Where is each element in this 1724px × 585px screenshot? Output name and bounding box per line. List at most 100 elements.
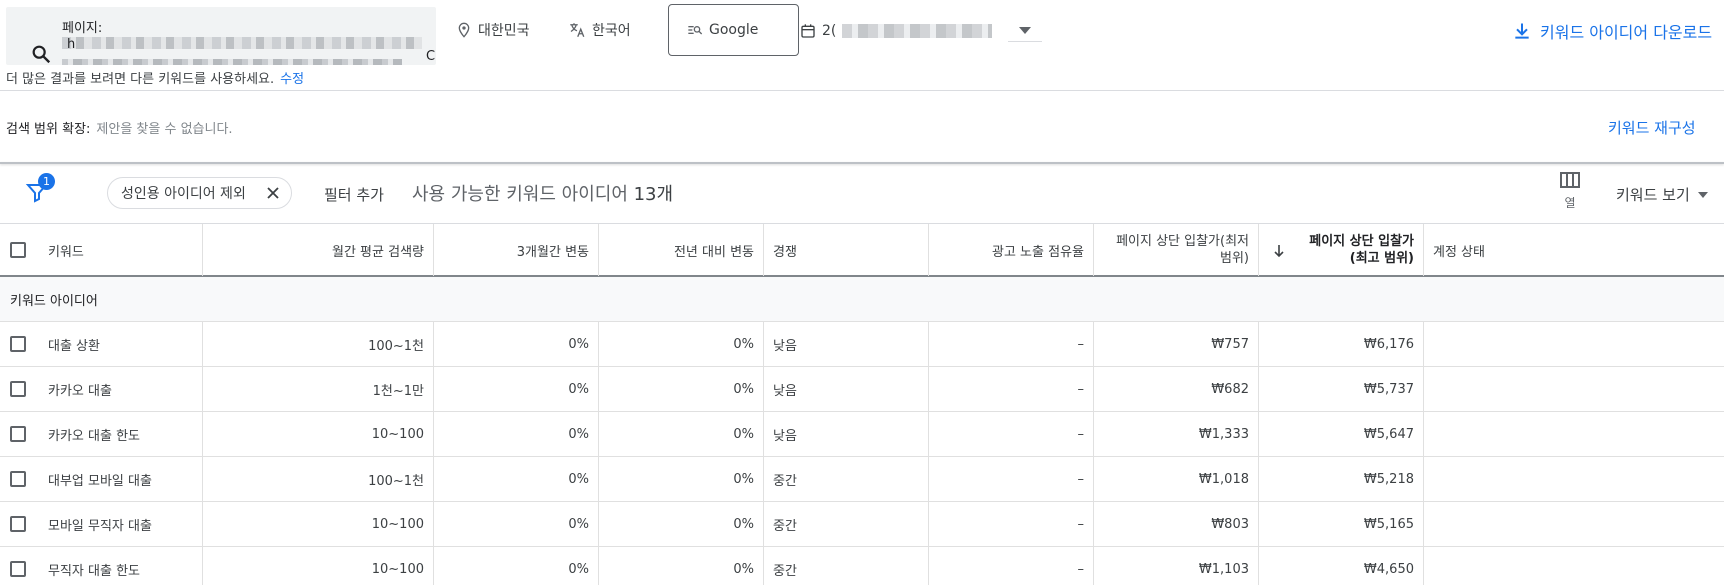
cell-bid-high: ₩6,176 bbox=[1259, 322, 1424, 366]
section-keyword-ideas: 키워드 아이디어 bbox=[0, 277, 1724, 322]
cell-impression-share: – bbox=[929, 412, 1094, 456]
cell-bid-low: ₩1,103 bbox=[1094, 547, 1259, 585]
cell-impression-share: – bbox=[929, 457, 1094, 501]
download-keyword-ideas-button[interactable]: 키워드 아이디어 다운로드 bbox=[1512, 19, 1712, 43]
divider bbox=[0, 162, 1724, 164]
broaden-label: 검색 범위 확장: bbox=[6, 122, 91, 137]
download-icon bbox=[1515, 23, 1529, 39]
cell-impression-share: – bbox=[929, 367, 1094, 411]
url-suffix: C bbox=[426, 49, 436, 64]
search-engine-selector[interactable]: Google bbox=[668, 4, 799, 56]
table-row[interactable]: 대부업 모바일 대출 100~1천 0% 0% 중간 – ₩1,018 ₩5,218 bbox=[0, 457, 1724, 502]
language-selector[interactable]: 한국어 bbox=[568, 20, 631, 40]
cell-bid-low: ₩682 bbox=[1094, 367, 1259, 411]
cell-monthly-volume: 10~100 bbox=[203, 547, 434, 585]
location-label: 대한민국 bbox=[478, 23, 530, 39]
header-3month-change[interactable]: 3개월간 변동 bbox=[434, 224, 599, 276]
cell-competition: 낮음 bbox=[764, 412, 929, 456]
translate-icon bbox=[570, 23, 585, 38]
cell-account-status bbox=[1424, 412, 1724, 456]
count-number: 13개 bbox=[633, 184, 674, 205]
cell-monthly-volume: 10~100 bbox=[203, 502, 434, 546]
header-keyword-label: 키워드 bbox=[48, 244, 84, 260]
table-row[interactable]: 카카오 대출 1천~1만 0% 0% 낮음 – ₩682 ₩5,737 bbox=[0, 367, 1724, 412]
header-yoy-change[interactable]: 전년 대비 변동 bbox=[599, 224, 764, 276]
cell-monthly-volume: 100~1천 bbox=[203, 322, 434, 366]
row-checkbox[interactable] bbox=[10, 516, 26, 532]
keyword-view-dropdown[interactable]: 키워드 보기 bbox=[1616, 184, 1708, 205]
date-prefix: 2( bbox=[822, 23, 837, 39]
cell-bid-high: ₩5,165 bbox=[1259, 502, 1424, 546]
header-bid-low[interactable]: 페이지 상단 입찰가(최저 범위) bbox=[1094, 224, 1259, 276]
cell-bid-high: ₩5,218 bbox=[1259, 457, 1424, 501]
broaden-empty-text: 제안을 찾을 수 없습니다. bbox=[96, 122, 233, 137]
row-checkbox[interactable] bbox=[10, 471, 26, 487]
header-competition[interactable]: 경쟁 bbox=[764, 224, 929, 276]
search-icon bbox=[32, 45, 51, 64]
keyword-text: 대부업 모바일 대출 bbox=[48, 473, 152, 489]
table-row[interactable]: 대출 상환 100~1천 0% 0% 낮음 – ₩757 ₩6,176 bbox=[0, 322, 1724, 367]
refine-keywords-button[interactable]: 키워드 재구성 bbox=[1608, 117, 1696, 138]
table-row[interactable]: 모바일 무직자 대출 10~100 0% 0% 중간 – ₩803 ₩5,165 bbox=[0, 502, 1724, 547]
page-label: 페이지: bbox=[62, 21, 103, 36]
cell-account-status bbox=[1424, 502, 1724, 546]
cell-bid-low: ₩757 bbox=[1094, 322, 1259, 366]
url-prefix: h bbox=[67, 37, 76, 52]
cell-3month-change: 0% bbox=[434, 322, 599, 366]
select-all-checkbox[interactable] bbox=[10, 242, 26, 258]
sort-arrow-down-icon bbox=[1274, 245, 1284, 258]
cell-bid-low: ₩1,018 bbox=[1094, 457, 1259, 501]
row-checkbox[interactable] bbox=[10, 561, 26, 577]
close-icon[interactable] bbox=[265, 185, 281, 201]
cell-bid-high: ₩5,647 bbox=[1259, 412, 1424, 456]
cell-yoy-change: 0% bbox=[599, 547, 764, 585]
table-row[interactable]: 무직자 대출 한도 10~100 0% 0% 중간 – ₩1,103 ₩4,650 bbox=[0, 547, 1724, 585]
row-checkbox[interactable] bbox=[10, 426, 26, 442]
date-range-selector[interactable]: 2( bbox=[800, 20, 1043, 42]
cell-competition: 낮음 bbox=[764, 367, 929, 411]
header-bid-high-line2: (최고 범위) bbox=[1349, 251, 1414, 266]
caret-down-icon bbox=[1019, 26, 1032, 34]
cell-impression-share: – bbox=[929, 502, 1094, 546]
cell-bid-low: ₩1,333 bbox=[1094, 412, 1259, 456]
cell-3month-change: 0% bbox=[434, 367, 599, 411]
location-selector[interactable]: 대한민국 bbox=[456, 20, 530, 40]
filter-chip-label: 성인용 아이디어 제외 bbox=[121, 186, 246, 202]
keyword-text: 무직자 대출 한도 bbox=[48, 563, 140, 579]
page-url-input[interactable]: 페이지: h C bbox=[6, 7, 436, 65]
columns-label: 열 bbox=[1564, 196, 1576, 210]
row-checkbox[interactable] bbox=[10, 381, 26, 397]
cell-impression-share: – bbox=[929, 547, 1094, 585]
top-bar: 페이지: h C 대한민국 한국어 Google 2( 키워드 아이디어 다운로… bbox=[0, 0, 1724, 66]
language-label: 한국어 bbox=[592, 23, 631, 39]
cell-3month-change: 0% bbox=[434, 547, 599, 585]
keyword-view-label: 키워드 보기 bbox=[1616, 186, 1690, 204]
header-impression-share[interactable]: 광고 노출 점유율 bbox=[929, 224, 1094, 276]
edit-link[interactable]: 수정 bbox=[280, 72, 304, 87]
date-dropdown[interactable] bbox=[1008, 20, 1043, 42]
cell-3month-change: 0% bbox=[434, 502, 599, 546]
add-filter-button[interactable]: 필터 추가 bbox=[324, 184, 384, 205]
broaden-search: 검색 범위 확장: 제안을 찾을 수 없습니다. bbox=[6, 118, 233, 137]
header-bid-high[interactable]: 페이지 상단 입찰가 (최고 범위) bbox=[1259, 224, 1424, 276]
filter-chip-exclude-adult[interactable]: 성인용 아이디어 제외 bbox=[107, 177, 292, 209]
header-bid-high-line1: 페이지 상단 입찰가 bbox=[1309, 234, 1414, 249]
cell-account-status bbox=[1424, 547, 1724, 585]
search-network-icon bbox=[688, 26, 703, 35]
cell-account-status bbox=[1424, 457, 1724, 501]
header-keyword[interactable]: 키워드 bbox=[0, 224, 203, 276]
cell-competition: 중간 bbox=[764, 502, 929, 546]
header-monthly-volume[interactable]: 월간 평균 검색량 bbox=[203, 224, 434, 276]
row-checkbox[interactable] bbox=[10, 336, 26, 352]
header-account-status[interactable]: 계정 상태 bbox=[1424, 224, 1724, 276]
keyword-text: 모바일 무직자 대출 bbox=[48, 518, 152, 534]
columns-button[interactable]: 열 bbox=[1560, 172, 1580, 211]
table-row[interactable]: 카카오 대출 한도 10~100 0% 0% 낮음 – ₩1,333 ₩5,647 bbox=[0, 412, 1724, 457]
header-bid-low-line1: 페이지 상단 입찰가(최저 bbox=[1116, 234, 1249, 249]
cell-3month-change: 0% bbox=[434, 457, 599, 501]
engine-label: Google bbox=[709, 22, 759, 38]
download-label: 키워드 아이디어 다운로드 bbox=[1540, 23, 1713, 42]
cell-competition: 중간 bbox=[764, 457, 929, 501]
cell-competition: 중간 bbox=[764, 547, 929, 585]
cell-keyword: 카카오 대출 bbox=[0, 367, 203, 411]
